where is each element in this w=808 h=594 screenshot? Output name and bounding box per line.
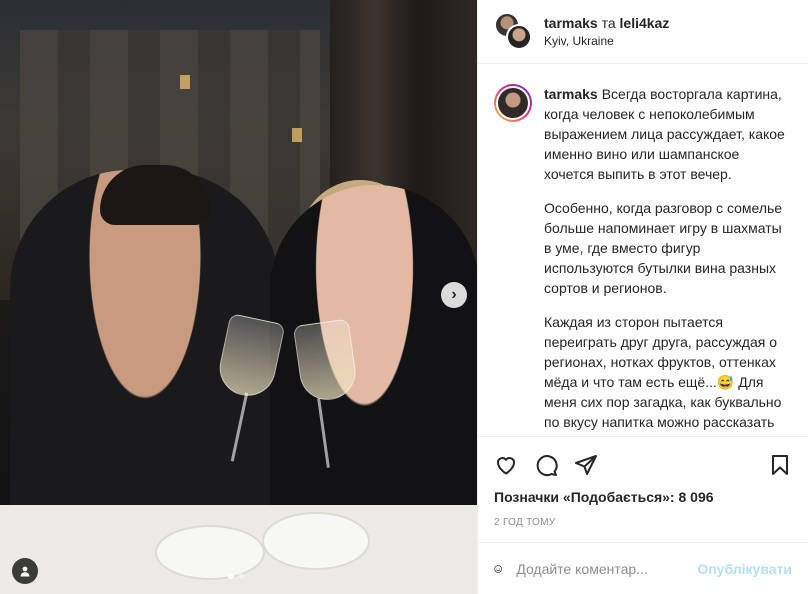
post-header: tarmaks та leli4kaz Kyiv, Ukraine: [478, 0, 808, 64]
carousel-dot-active: [228, 573, 234, 579]
post-photo[interactable]: ›: [0, 0, 477, 594]
caption-paragraph: Каждая из сторон пытается переиграть дру…: [544, 314, 787, 436]
add-comment-bar: Опублікувати: [478, 542, 808, 594]
photo-light: [292, 128, 302, 142]
post-dialog: › tarmaks та leli4kaz Kyiv, Ukraine tarm…: [0, 0, 808, 594]
caption-paragraph: Особенно, когда разговор с сомелье больш…: [544, 200, 783, 296]
photo-plate: [262, 512, 370, 570]
username-link[interactable]: leli4kaz: [620, 15, 670, 31]
comment-input[interactable]: [516, 560, 698, 577]
photo-light: [180, 75, 190, 89]
share-icon[interactable]: [574, 453, 598, 477]
comments-area: tarmaks Всегда восторгала картина, когда …: [478, 64, 808, 436]
heart-icon[interactable]: [494, 453, 518, 477]
post-comment-button[interactable]: Опублікувати: [697, 561, 792, 577]
likes-count[interactable]: Позначки «Подобається»: 8 096: [494, 489, 792, 505]
post-timestamp[interactable]: 2 год тому: [494, 517, 792, 528]
next-photo-button[interactable]: ›: [441, 282, 467, 308]
comment-icon[interactable]: [534, 453, 558, 477]
caption: tarmaks Всегда восторгала картина, когда …: [544, 84, 792, 436]
username-link[interactable]: tarmaks: [544, 15, 598, 31]
username-separator: та: [601, 15, 616, 31]
emoji-icon[interactable]: [494, 557, 502, 581]
carousel-dot: [238, 573, 244, 579]
avatar[interactable]: [506, 23, 532, 50]
avatar[interactable]: [494, 84, 532, 122]
post-actions: Позначки «Подобається»: 8 096 2 год тому: [478, 436, 808, 528]
carousel-indicator: [228, 573, 244, 579]
post-side-panel: tarmaks та leli4kaz Kyiv, Ukraine tarmak…: [477, 0, 808, 594]
caption-username[interactable]: tarmaks: [544, 86, 598, 102]
collab-avatars[interactable]: [494, 11, 534, 52]
user-tags-button[interactable]: [12, 558, 38, 584]
chevron-right-icon: ›: [451, 286, 457, 303]
bookmark-icon[interactable]: [768, 453, 792, 477]
photo-plate: [155, 525, 265, 580]
location-link[interactable]: Kyiv, Ukraine: [544, 34, 669, 48]
caption-paragraph: tarmaks Всегда восторгала картина, когда …: [544, 84, 792, 184]
header-usernames: tarmaks та leli4kaz: [544, 15, 669, 31]
user-tag-icon: [20, 566, 30, 577]
action-icons-row: [494, 445, 792, 485]
